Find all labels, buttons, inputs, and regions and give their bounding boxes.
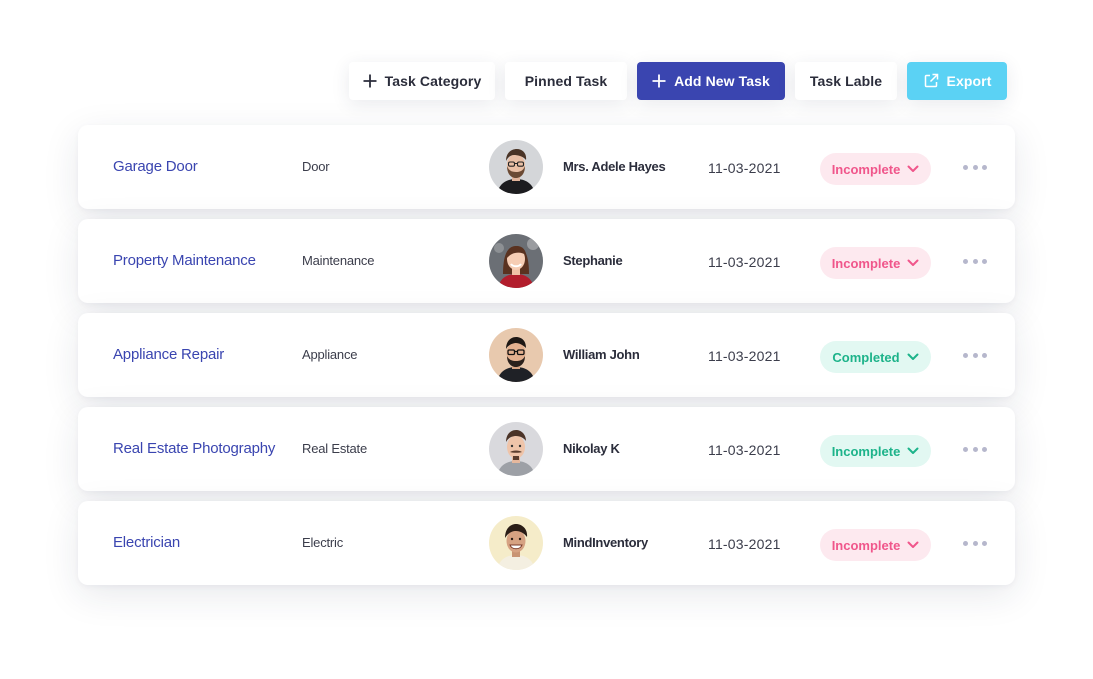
more-options-icon[interactable] [963,441,987,457]
task-date: 11-03-2021 [708,348,781,364]
avatar [489,234,543,288]
status-dropdown[interactable]: Incomplete [820,529,931,561]
task-row: Property Maintenance Maintenance Stephan… [78,219,1015,303]
more-options-icon[interactable] [963,535,987,551]
pinned-task-button[interactable]: Pinned Task [505,62,627,100]
chevron-down-icon [907,165,919,173]
add-new-task-button[interactable]: Add New Task [637,62,785,100]
task-date: 11-03-2021 [708,442,781,458]
avatar [489,516,543,570]
assignee-name: Stephanie [563,253,623,268]
chevron-down-icon [907,447,919,455]
task-date: 11-03-2021 [708,536,781,552]
status-label: Incomplete [831,443,901,459]
status-dropdown[interactable]: Incomplete [820,435,931,467]
task-title[interactable]: Real Estate Photography [113,440,275,457]
export-label: Export [946,73,992,89]
status-label: Completed [832,349,900,365]
task-lable-button[interactable]: Task Lable [795,62,897,100]
status-dropdown[interactable]: Incomplete [820,153,931,185]
task-row: Appliance Repair Appliance William John … [78,313,1015,397]
task-title[interactable]: Electrician [113,534,180,551]
task-category: Real Estate [302,441,368,456]
task-toolbar: Task Category Pinned Task Add New Task T… [349,62,1007,100]
task-category: Maintenance [302,253,375,268]
task-lable-label: Task Lable [809,73,883,89]
assignee-name: MindInventory [563,535,648,550]
assignee-name: Mrs. Adele Hayes [563,159,666,174]
assignee-name: William John [563,347,640,362]
more-options-icon[interactable] [963,253,987,269]
task-row: Electrician Electric MindInventory 11-03… [78,501,1015,585]
export-icon [923,73,939,89]
avatar [489,328,543,382]
task-category: Door [302,159,330,174]
chevron-down-icon [907,353,919,361]
status-label: Incomplete [831,255,901,271]
task-category: Electric [302,535,344,550]
chevron-down-icon [907,259,919,267]
task-category-label: Task Category [384,73,482,89]
export-button[interactable]: Export [907,62,1007,100]
task-category: Appliance [302,347,358,362]
avatar [489,422,543,476]
pinned-task-label: Pinned Task [524,73,608,89]
task-title[interactable]: Appliance Repair [113,346,224,363]
task-date: 11-03-2021 [708,254,781,270]
task-title[interactable]: Property Maintenance [113,252,256,269]
status-label: Incomplete [831,161,901,177]
task-title[interactable]: Garage Door [113,158,198,175]
chevron-down-icon [907,541,919,549]
status-dropdown[interactable]: Completed [820,341,931,373]
task-row: Garage Door Door Mrs. Adele Hayes 11-03-… [78,125,1015,209]
task-date: 11-03-2021 [708,160,781,176]
plus-icon [652,74,666,88]
assignee-name: Nikolay K [563,441,620,456]
add-new-task-label: Add New Task [674,73,770,89]
task-list: Garage Door Door Mrs. Adele Hayes 11-03-… [78,125,1015,595]
more-options-icon[interactable] [963,159,987,175]
task-row: Real Estate Photography Real Estate Niko… [78,407,1015,491]
plus-icon [363,74,377,88]
status-label: Incomplete [831,537,901,553]
more-options-icon[interactable] [963,347,987,363]
avatar [489,140,543,194]
status-dropdown[interactable]: Incomplete [820,247,931,279]
task-category-button[interactable]: Task Category [349,62,495,100]
